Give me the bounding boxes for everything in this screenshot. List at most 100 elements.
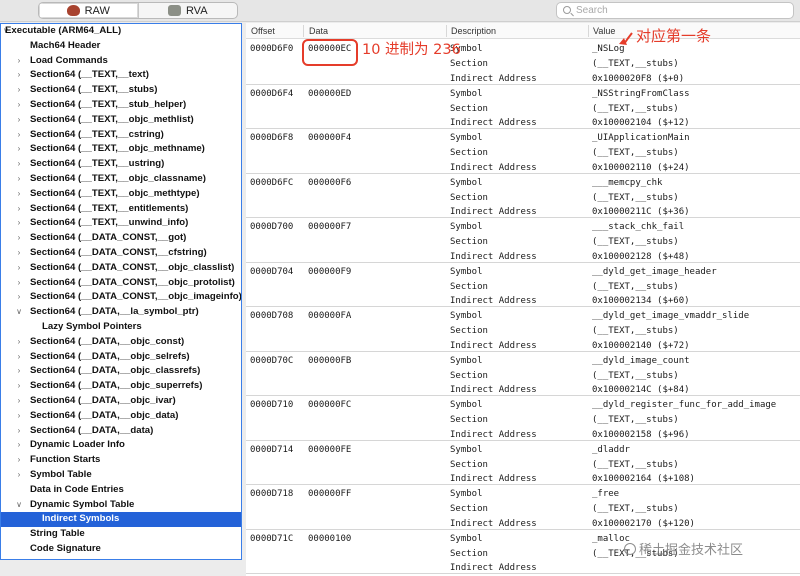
sidebar-item[interactable]: Mach64 Header xyxy=(1,39,241,54)
sidebar-item[interactable]: String Table xyxy=(1,527,241,542)
sidebar-item[interactable]: › Section64 (__TEXT,__objc_methlist) xyxy=(1,113,241,128)
chevron-right-icon[interactable]: › xyxy=(14,98,24,113)
chevron-right-icon[interactable]: › xyxy=(14,364,24,379)
table-row[interactable]: 0000D704 000000F9 Symbol __dyld_get_image_h… xyxy=(246,263,800,307)
search-field[interactable] xyxy=(556,2,794,19)
chevron-right-icon[interactable]: › xyxy=(14,453,24,468)
chevron-right-icon[interactable]: › xyxy=(14,468,24,483)
chevron-right-icon[interactable]: › xyxy=(14,276,24,291)
sidebar-item[interactable]: › Section64 (__DATA,__objc_classrefs) xyxy=(1,364,241,379)
table-row[interactable]: 0000D6F8 000000F4 Symbol _UIApplicationMain… xyxy=(246,129,800,174)
table-row[interactable]: 0000D714 000000FE Symbol _dladdr Section (__T… xyxy=(246,441,800,485)
chevron-right-icon[interactable]: › xyxy=(14,128,24,143)
table-row[interactable]: 0000D70C 000000FB Symbol __dyld_image_count… xyxy=(246,352,800,396)
description-cell: Section xyxy=(450,548,488,559)
column-header-description[interactable]: Description xyxy=(451,26,496,36)
rva-tab[interactable]: RVA xyxy=(137,3,238,18)
chevron-right-icon[interactable]: › xyxy=(14,379,24,394)
sidebar-item[interactable]: › Section64 (__DATA_CONST,__got) xyxy=(1,231,241,246)
sidebar-item[interactable]: Data in Code Entries xyxy=(1,483,241,498)
chevron-right-icon[interactable]: › xyxy=(14,261,24,276)
value-cell: __dyld_get_image_header xyxy=(592,266,717,277)
table-row[interactable]: 0000D718 000000FF Symbol _free Section (__TEX… xyxy=(246,485,800,530)
sidebar-item[interactable]: ∨ Section64 (__DATA,__la_symbol_ptr) xyxy=(1,305,241,320)
sidebar-item[interactable]: › Section64 (__DATA,__objc_ivar) xyxy=(1,394,241,409)
chevron-right-icon[interactable]: › xyxy=(14,157,24,172)
sidebar-item[interactable]: › Section64 (__TEXT,__objc_methname) xyxy=(1,142,241,157)
chevron-down-icon[interactable]: ∨ xyxy=(14,498,24,513)
offset-cell: 0000D710 xyxy=(250,400,294,410)
table-row[interactable]: 0000D700 000000F7 Symbol ___stack_chk_fail S… xyxy=(246,218,800,263)
sidebar-item[interactable]: › Section64 (__DATA_CONST,__objc_protolis… xyxy=(1,276,241,291)
chevron-right-icon[interactable]: › xyxy=(14,438,24,453)
offset-cell: 0000D708 xyxy=(250,311,294,321)
sidebar-item[interactable]: Code Signature xyxy=(1,542,241,557)
sidebar-item[interactable]: Indirect Symbols xyxy=(1,512,241,528)
chevron-down-icon[interactable]: ∨ xyxy=(14,305,24,320)
chevron-right-icon[interactable]: › xyxy=(14,231,24,246)
sidebar-item[interactable]: › Section64 (__DATA_CONST,__objc_classlis… xyxy=(1,261,241,276)
sidebar-item[interactable]: › Load Commands xyxy=(1,54,241,69)
sidebar-item[interactable]: Lazy Symbol Pointers xyxy=(1,320,241,335)
chevron-right-icon[interactable]: › xyxy=(14,113,24,128)
table-row[interactable]: 0000D710 000000FC Symbol __dyld_register_fu… xyxy=(246,396,800,441)
chevron-right-icon[interactable]: › xyxy=(14,172,24,187)
column-header-data[interactable]: Data xyxy=(309,26,328,36)
sidebar-item[interactable]: › Section64 (__TEXT,__objc_methtype) xyxy=(1,187,241,202)
sidebar-item[interactable]: › Section64 (__TEXT,__ustring) xyxy=(1,157,241,172)
sidebar-item[interactable]: › Section64 (__DATA,__objc_superrefs) xyxy=(1,379,241,394)
column-header-value[interactable]: Value xyxy=(593,26,615,36)
sidebar-item[interactable]: ∨ Dynamic Symbol Table xyxy=(1,498,241,513)
value-cell: 0x100002110 ($+24) xyxy=(592,162,690,173)
sidebar-item[interactable]: › Section64 (__DATA_CONST,__cfstring) xyxy=(1,246,241,261)
chevron-right-icon[interactable]: › xyxy=(14,83,24,98)
sidebar-item[interactable]: › Section64 (__DATA,__objc_data) xyxy=(1,409,241,424)
chevron-right-icon[interactable]: › xyxy=(14,142,24,157)
description-cell: Indirect Address xyxy=(450,73,537,84)
chevron-right-icon[interactable]: › xyxy=(14,290,24,305)
chevron-right-icon[interactable]: › xyxy=(14,335,24,350)
sidebar-item[interactable]: ∨ Executable (ARM64_ALL) xyxy=(1,24,241,39)
chevron-right-icon[interactable]: › xyxy=(14,68,24,83)
chevron-right-icon[interactable]: › xyxy=(14,246,24,261)
sidebar-item[interactable]: › Section64 (__TEXT,__unwind_info) xyxy=(1,216,241,231)
chevron-right-icon[interactable]: › xyxy=(14,350,24,365)
sidebar-item[interactable]: › Function Starts xyxy=(1,453,241,468)
value-cell: __dyld_image_count xyxy=(592,355,690,366)
sidebar-item[interactable]: › Section64 (__DATA_CONST,__objc_imageinf… xyxy=(1,290,241,305)
sidebar-item[interactable]: › Dynamic Loader Info xyxy=(1,438,241,453)
annotation-decimal-note: 10 进制为 236 xyxy=(362,42,461,58)
description-cell: Section xyxy=(450,504,488,514)
sidebar-item-label: Section64 (__DATA_CONST,__objc_protolist… xyxy=(30,276,235,288)
value-cell: 0x10000211C ($+36) xyxy=(592,207,690,217)
sidebar-item[interactable]: › Section64 (__TEXT,__stubs) xyxy=(1,83,241,98)
sidebar-item-label: Section64 (__DATA,__la_symbol_ptr) xyxy=(30,306,199,318)
chevron-right-icon[interactable]: › xyxy=(14,216,24,231)
raw-tab[interactable]: RAW xyxy=(39,3,138,18)
chevron-right-icon[interactable]: › xyxy=(14,409,24,424)
chevron-right-icon[interactable]: › xyxy=(14,187,24,202)
sidebar-item[interactable]: › Section64 (__TEXT,__text) xyxy=(1,68,241,83)
table-row[interactable]: 0000D6F4 000000ED Symbol _NSStringFromClass… xyxy=(246,85,800,129)
sidebar-item[interactable]: › Section64 (__DATA,__objc_const) xyxy=(1,335,241,350)
search-input[interactable] xyxy=(576,4,786,17)
description-cell: Symbol xyxy=(450,355,483,366)
value-cell: 0x100002104 ($+12) xyxy=(592,118,690,128)
sidebar-item[interactable]: › Section64 (__TEXT,__objc_classname) xyxy=(1,172,241,187)
value-cell: 0x100002134 ($+60) xyxy=(592,296,690,306)
chevron-right-icon[interactable]: › xyxy=(14,202,24,217)
data-cell: 00000100 xyxy=(308,533,352,544)
sidebar-item[interactable]: › Section64 (__TEXT,__stub_helper) xyxy=(1,98,241,113)
chevron-right-icon[interactable]: › xyxy=(14,424,24,439)
table-row[interactable]: 0000D708 000000FA Symbol __dyld_get_image_v… xyxy=(246,307,800,352)
chevron-right-icon[interactable]: › xyxy=(14,54,24,69)
sidebar-item[interactable]: › Symbol Table xyxy=(1,468,241,483)
sidebar-item-label: Section64 (__DATA,__objc_superrefs) xyxy=(30,380,203,392)
sidebar-item[interactable]: › Section64 (__DATA,__data) xyxy=(1,424,241,439)
sidebar-item[interactable]: › Section64 (__DATA,__objc_selrefs) xyxy=(1,350,241,365)
chevron-right-icon[interactable]: › xyxy=(14,394,24,409)
column-header-offset[interactable]: Offset xyxy=(251,26,275,36)
sidebar-item[interactable]: › Section64 (__TEXT,__entitlements) xyxy=(1,202,241,217)
sidebar-item[interactable]: › Section64 (__TEXT,__cstring) xyxy=(1,128,241,143)
table-row[interactable]: 0000D6FC 000000F6 Symbol ___memcpy_chk Secti… xyxy=(246,174,800,218)
